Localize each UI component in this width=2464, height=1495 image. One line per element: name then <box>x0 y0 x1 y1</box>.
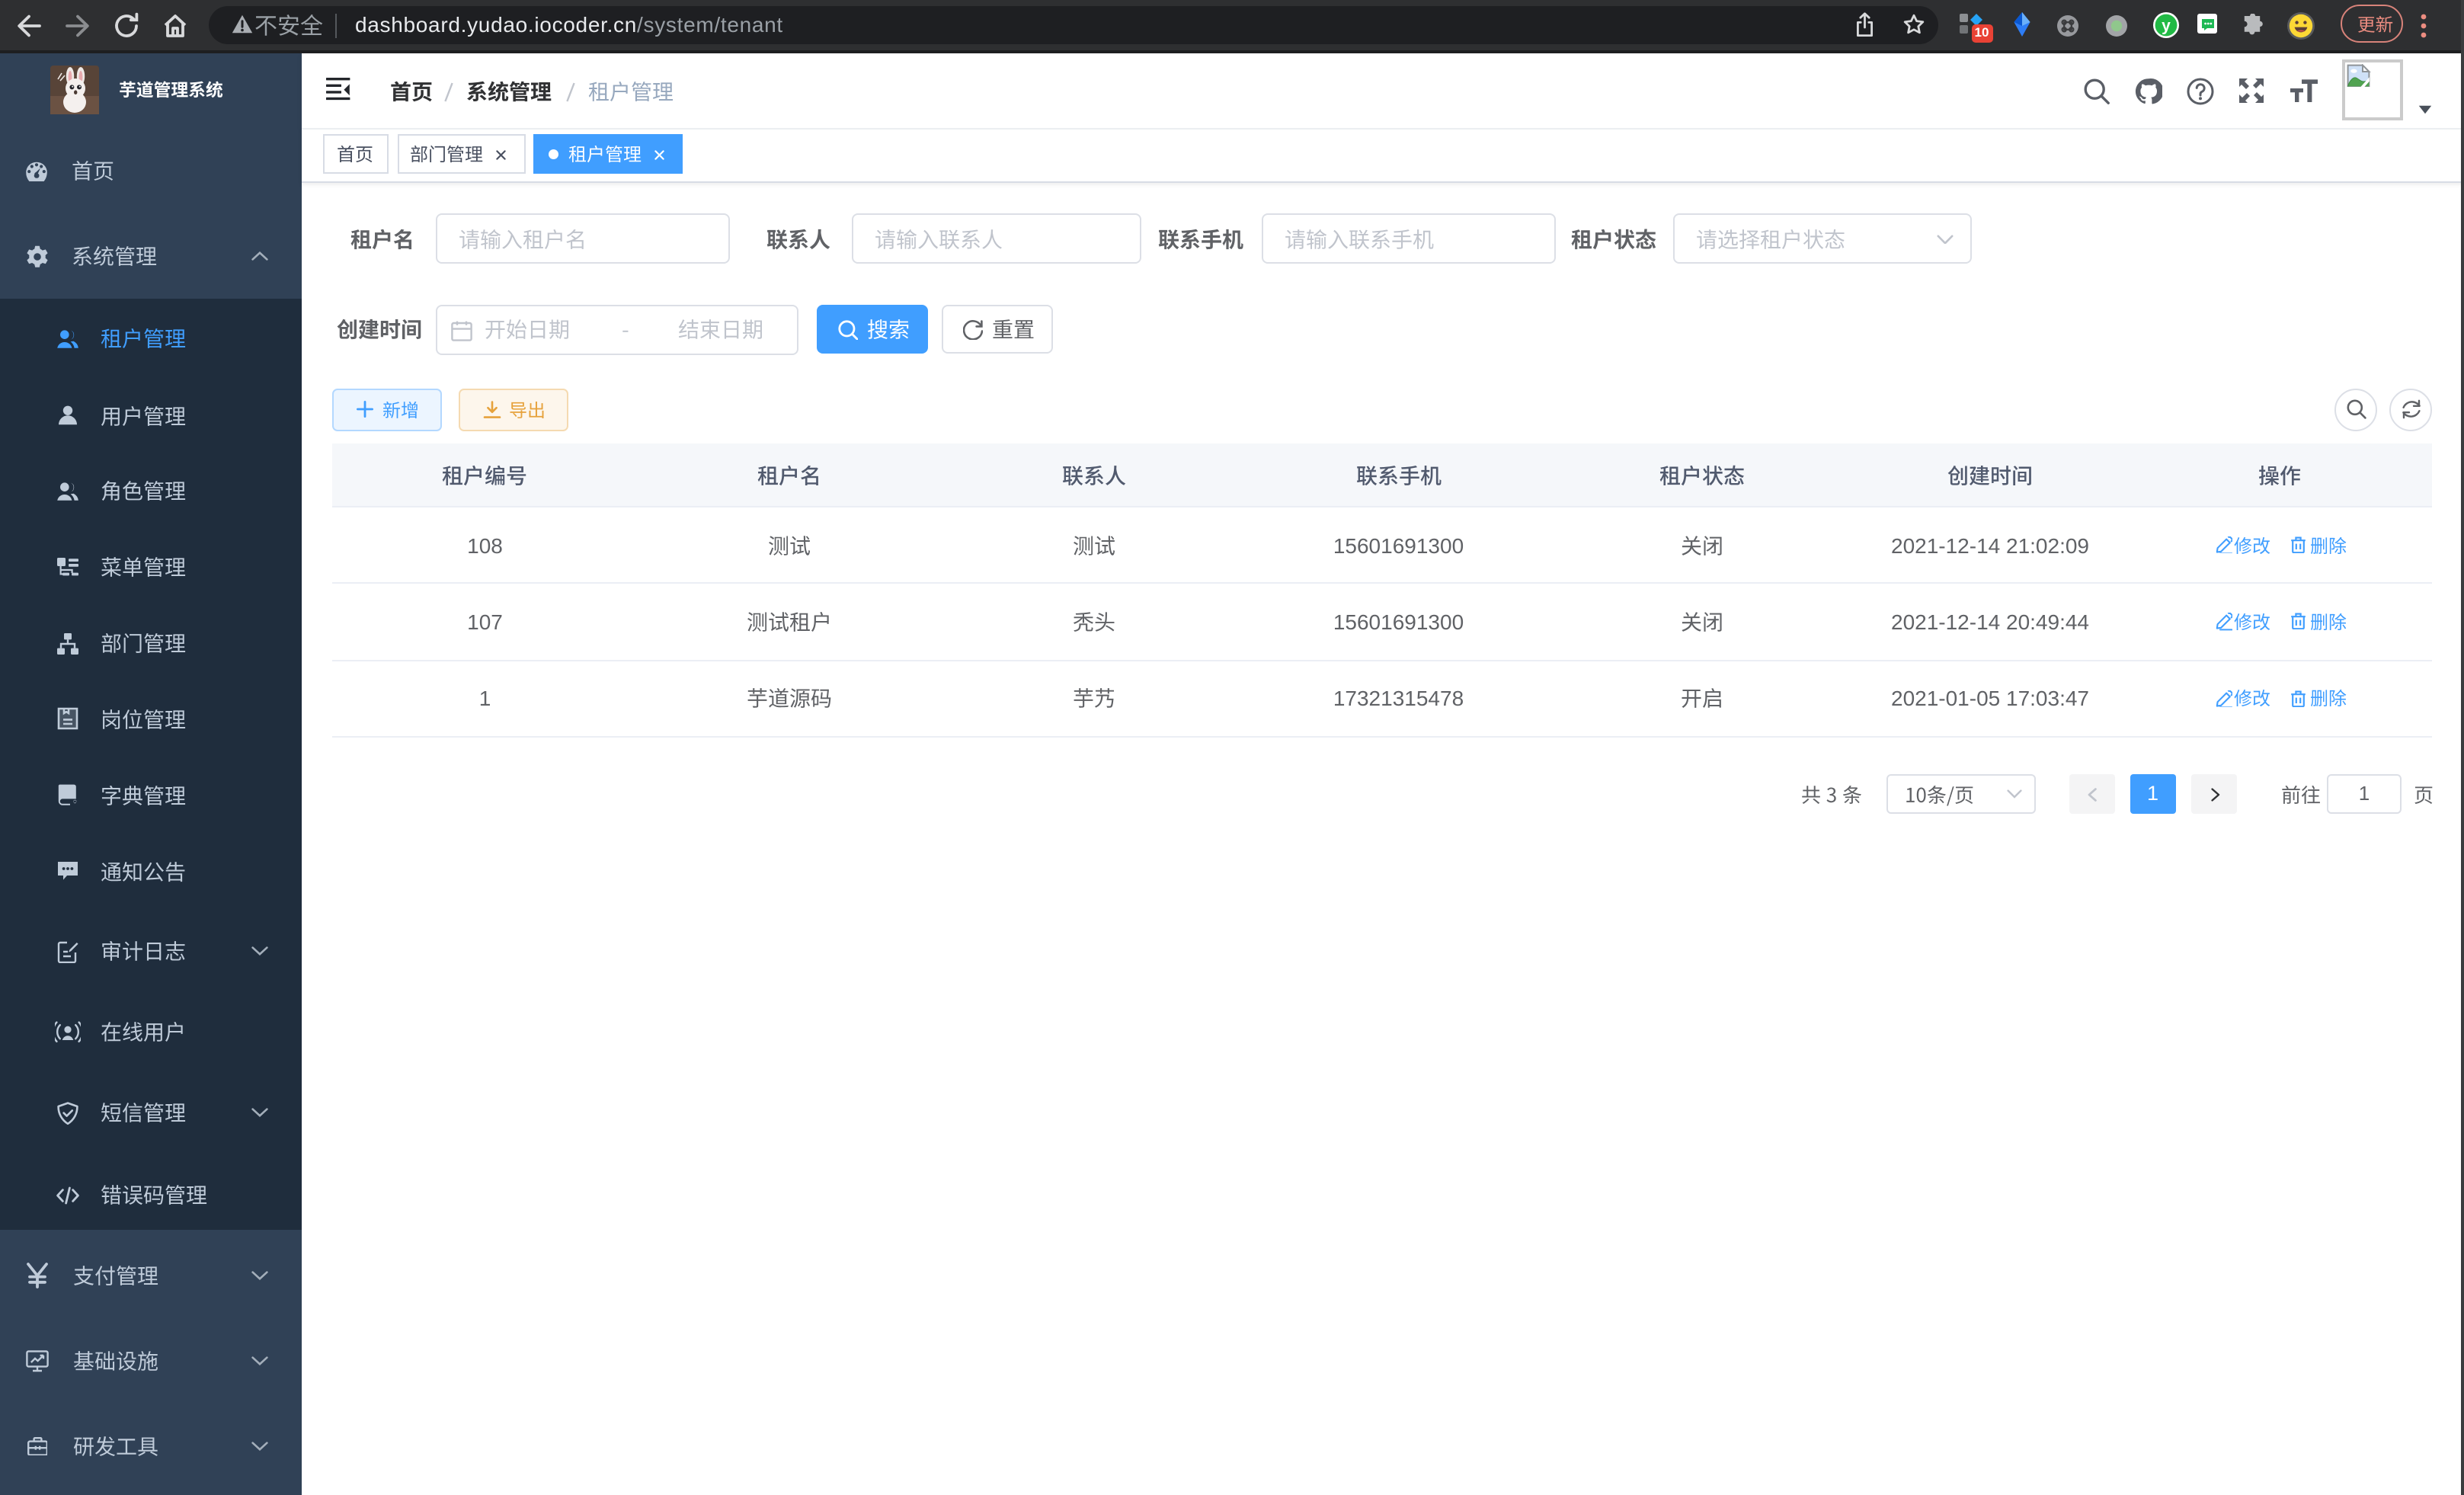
svg-text:y: y <box>2162 17 2171 34</box>
